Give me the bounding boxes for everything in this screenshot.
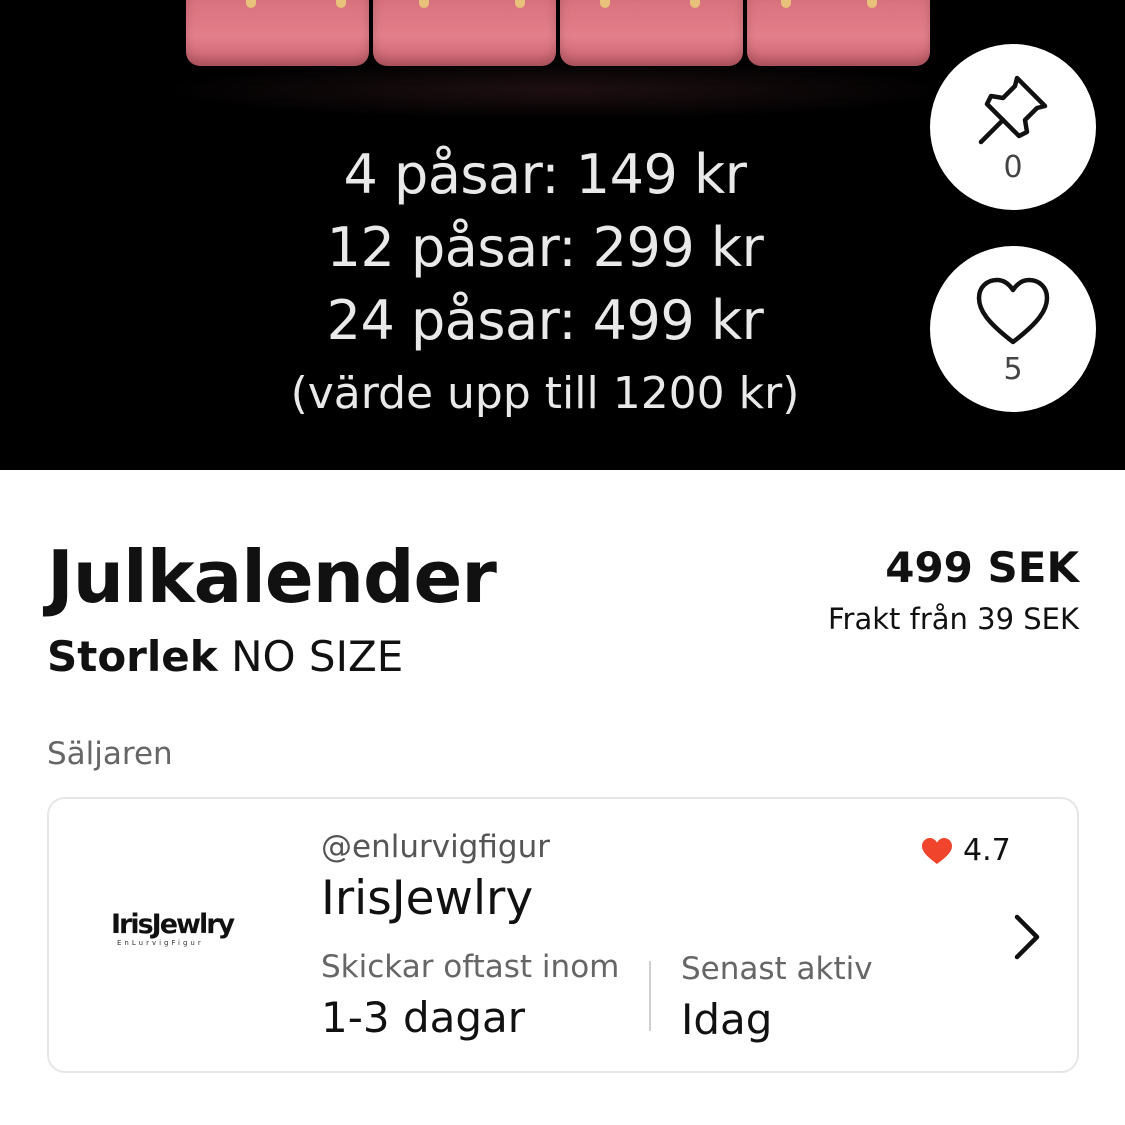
pin-icon xyxy=(978,75,1048,144)
price-line-24: 24 påsar: 499 kr xyxy=(326,289,764,352)
product-image[interactable]: 4 påsar: 149 kr 12 påsar: 299 kr 24 påsa… xyxy=(0,0,1125,470)
price-line-12: 12 påsar: 299 kr xyxy=(326,216,764,279)
seller-logo-subtext: EnLurvigFigur xyxy=(117,939,204,947)
listing-price: 499 SEK xyxy=(885,543,1079,592)
like-count: 5 xyxy=(1003,351,1023,387)
price-overlay-text: 4 påsar: 149 kr 12 påsar: 299 kr 24 påsa… xyxy=(240,138,850,430)
heart-filled-icon xyxy=(922,837,952,864)
like-button[interactable]: 5 xyxy=(930,246,1096,412)
seller-handle: @enlurvigfigur xyxy=(321,829,550,865)
ships-within-value: 1-3 dagar xyxy=(321,993,526,1042)
pin-button[interactable]: 0 xyxy=(930,44,1096,210)
seller-heading: Säljaren xyxy=(47,736,173,772)
price-line-4: 4 påsar: 149 kr xyxy=(343,143,747,206)
stats-divider xyxy=(649,961,651,1031)
rating-value: 4.7 xyxy=(963,833,1011,868)
shipping-cost: Frakt från 39 SEK xyxy=(827,602,1079,636)
last-active-value: Idag xyxy=(681,995,773,1044)
size-value: NO SIZE xyxy=(231,632,404,681)
seller-logo-text: IrisJewlry xyxy=(111,909,235,940)
chevron-right-icon[interactable] xyxy=(1007,911,1047,963)
size-label: Storlek xyxy=(47,632,218,681)
size-row: Storlek NO SIZE xyxy=(47,632,403,681)
pin-count: 0 xyxy=(1003,149,1023,185)
pink-pillows-graphic xyxy=(186,0,930,70)
seller-card[interactable]: IrisJewlry EnLurvigFigur @enlurvigfigur … xyxy=(47,797,1079,1073)
seller-rating: 4.7 xyxy=(921,833,1011,868)
value-note: (värde upp till 1200 kr) xyxy=(290,368,800,419)
seller-name: IrisJewlry xyxy=(321,871,534,926)
ships-within-label: Skickar oftast inom xyxy=(321,949,620,985)
last-active-label: Senast aktiv xyxy=(681,951,873,987)
heart-outline-icon xyxy=(976,277,1050,344)
listing-title: Julkalender xyxy=(47,535,497,619)
seller-logo: IrisJewlry EnLurvigFigur xyxy=(111,909,235,948)
